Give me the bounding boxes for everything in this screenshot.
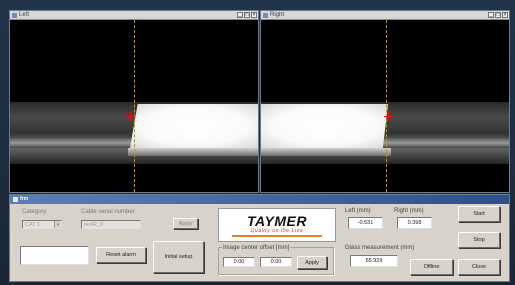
left-measure-value: -0.531: [348, 217, 383, 229]
left-camera-image: [10, 20, 258, 192]
right-camera-image: [261, 20, 509, 192]
window-app-icon: [263, 12, 268, 18]
left-measure-label: Left (mm): [345, 208, 371, 214]
window-app-icon: [13, 197, 18, 202]
glass-measure-label: Glass measurement (mm): [345, 245, 415, 251]
stop-button[interactable]: Stop: [458, 232, 500, 248]
right-camera-title: Right: [270, 12, 285, 18]
chevron-down-icon[interactable]: ▾: [54, 221, 61, 228]
edge-marker-crosshair: [384, 112, 393, 121]
center-guide-line: [386, 20, 387, 192]
taymer-logo: TAYMER Quality on the Line: [218, 208, 336, 242]
right-measure-label: Right (mm): [394, 208, 424, 214]
image-offset-label: Image center offset [mm]: [222, 245, 291, 251]
reset-alarm-button[interactable]: Reset alarm: [96, 247, 146, 263]
serial-apply-button[interactable]: Apply: [173, 218, 198, 229]
edge-marker-crosshair: [126, 112, 135, 121]
category-label: Category: [22, 209, 47, 215]
offset-apply-button[interactable]: Apply: [297, 256, 327, 269]
close-button[interactable]: Close: [458, 259, 500, 275]
alarm-status-field[interactable]: [20, 246, 89, 265]
minimize-icon[interactable]: _: [488, 12, 494, 18]
close-icon[interactable]: ×: [502, 12, 508, 18]
initial-setup-button[interactable]: Initial setup: [153, 241, 204, 273]
maximize-icon[interactable]: □: [495, 12, 501, 18]
control-panel-window: frm Category CAT 1 ▾ Cable serial number…: [9, 194, 510, 282]
offline-button[interactable]: Offline: [410, 259, 453, 275]
window-app-icon: [12, 12, 17, 18]
maximize-icon[interactable]: □: [244, 12, 250, 18]
minimize-icon[interactable]: _: [237, 12, 243, 18]
start-button[interactable]: Start: [458, 206, 500, 222]
offset-x-input[interactable]: 0.00: [223, 257, 255, 267]
close-icon[interactable]: ×: [251, 12, 257, 18]
serial-number-input[interactable]: testR_0: [81, 220, 141, 229]
category-select[interactable]: CAT 1 ▾: [22, 220, 62, 229]
center-guide-line: [134, 20, 135, 192]
right-camera-window[interactable]: Right _ □ ×: [260, 10, 510, 193]
right-measure-value: 0.398: [397, 217, 432, 229]
left-camera-title: Left: [19, 12, 30, 18]
glass-edge-image: [261, 104, 388, 148]
offset-y-input[interactable]: 0.00: [260, 257, 292, 267]
control-panel-titlebar[interactable]: frm: [10, 195, 509, 204]
glass-edge-image: [130, 104, 258, 148]
glass-measure-value: 55.929: [350, 255, 398, 267]
left-camera-window[interactable]: Left _ □ ×: [9, 10, 259, 193]
left-camera-titlebar[interactable]: Left _ □ ×: [10, 11, 258, 20]
serial-number-label: Cable serial number: [81, 209, 135, 215]
control-panel-title: frm: [20, 196, 29, 202]
right-camera-titlebar[interactable]: Right _ □ ×: [261, 11, 509, 20]
